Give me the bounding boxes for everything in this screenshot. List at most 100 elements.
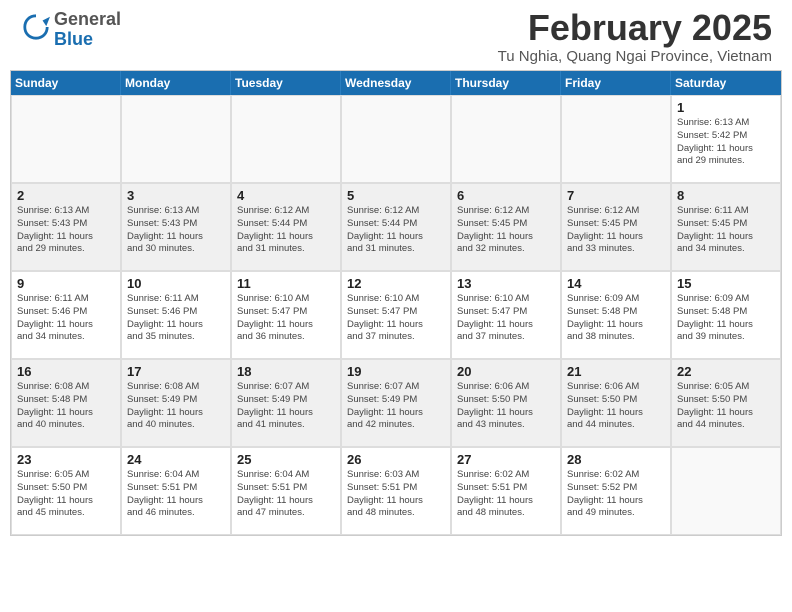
day-info: Sunrise: 6:06 AM Sunset: 5:50 PM Dayligh… <box>457 381 555 432</box>
header-cell-monday: Monday <box>121 71 231 95</box>
header-cell-wednesday: Wednesday <box>341 71 451 95</box>
day-number: 11 <box>237 276 335 291</box>
header-cell-sunday: Sunday <box>11 71 121 95</box>
day-number: 7 <box>567 188 665 203</box>
cal-cell: 25 Sunrise: 6:04 AM Sunset: 5:51 PM Dayli… <box>231 447 341 535</box>
day-info: Sunrise: 6:12 AM Sunset: 5:45 PM Dayligh… <box>457 205 555 256</box>
day-info: Sunrise: 6:07 AM Sunset: 5:49 PM Dayligh… <box>237 381 335 432</box>
cal-cell: 9 Sunrise: 6:11 AM Sunset: 5:46 PM Daylig… <box>11 271 121 359</box>
cal-cell: 27 Sunrise: 6:02 AM Sunset: 5:51 PM Dayli… <box>451 447 561 535</box>
day-info: Sunrise: 6:10 AM Sunset: 5:47 PM Dayligh… <box>237 293 335 344</box>
logo-blue-text: Blue <box>54 29 93 49</box>
day-number: 4 <box>237 188 335 203</box>
cal-cell: 16Sunrise: 6:08 AM Sunset: 5:48 PM Dayli… <box>11 359 121 447</box>
calendar-body: 1 Sunrise: 6:13 AM Sunset: 5:42 PM Daylig… <box>11 95 781 535</box>
day-info: Sunrise: 6:05 AM Sunset: 5:50 PM Dayligh… <box>677 381 775 432</box>
day-info: Sunrise: 6:11 AM Sunset: 5:45 PM Dayligh… <box>677 205 775 256</box>
day-number: 6 <box>457 188 555 203</box>
cal-cell: 5 Sunrise: 6:12 AM Sunset: 5:44 PM Daylig… <box>341 183 451 271</box>
header-cell-tuesday: Tuesday <box>231 71 341 95</box>
day-info: Sunrise: 6:13 AM Sunset: 5:42 PM Dayligh… <box>677 117 775 168</box>
cal-cell <box>451 95 561 183</box>
cal-cell: 13 Sunrise: 6:10 AM Sunset: 5:47 PM Dayli… <box>451 271 561 359</box>
cal-cell: 19Sunrise: 6:07 AM Sunset: 5:49 PM Dayli… <box>341 359 451 447</box>
logo-icon <box>22 13 50 41</box>
day-info: Sunrise: 6:06 AM Sunset: 5:50 PM Dayligh… <box>567 381 665 432</box>
day-number: 15 <box>677 276 775 291</box>
cal-cell: 26 Sunrise: 6:03 AM Sunset: 5:51 PM Dayli… <box>341 447 451 535</box>
cal-cell: 17 Sunrise: 6:08 AM Sunset: 5:49 PM Dayli… <box>121 359 231 447</box>
page-container: General Blue February 2025 Tu Nghia, Qua… <box>0 0 792 536</box>
cal-cell: 24Sunrise: 6:04 AM Sunset: 5:51 PM Dayli… <box>121 447 231 535</box>
day-info: Sunrise: 6:13 AM Sunset: 5:43 PM Dayligh… <box>17 205 115 256</box>
day-number: 13 <box>457 276 555 291</box>
cal-cell: 1 Sunrise: 6:13 AM Sunset: 5:42 PM Daylig… <box>671 95 781 183</box>
cal-cell <box>231 95 341 183</box>
day-info: Sunrise: 6:12 AM Sunset: 5:44 PM Dayligh… <box>237 205 335 256</box>
day-number: 2 <box>17 188 115 203</box>
cal-cell: 15 Sunrise: 6:09 AM Sunset: 5:48 PM Dayli… <box>671 271 781 359</box>
day-info: Sunrise: 6:11 AM Sunset: 5:46 PM Dayligh… <box>17 293 115 344</box>
day-number: 10 <box>127 276 225 291</box>
day-number: 5 <box>347 188 445 203</box>
day-number: 26 <box>347 452 445 467</box>
day-number: 25 <box>237 452 335 467</box>
day-info: Sunrise: 6:08 AM Sunset: 5:48 PM Dayligh… <box>17 381 115 432</box>
day-number: 22 <box>677 364 775 379</box>
cal-cell <box>561 95 671 183</box>
day-number: 9 <box>17 276 115 291</box>
day-number: 17 <box>127 364 225 379</box>
title-block: February 2025 Tu Nghia, Quang Ngai Provi… <box>498 10 772 65</box>
day-info: Sunrise: 6:12 AM Sunset: 5:45 PM Dayligh… <box>567 205 665 256</box>
day-number: 27 <box>457 452 555 467</box>
page-header: General Blue February 2025 Tu Nghia, Qua… <box>0 0 792 70</box>
logo: General Blue <box>20 10 121 50</box>
cal-cell <box>121 95 231 183</box>
cal-cell: 21Sunrise: 6:06 AM Sunset: 5:50 PM Dayli… <box>561 359 671 447</box>
day-info: Sunrise: 6:02 AM Sunset: 5:52 PM Dayligh… <box>567 469 665 520</box>
month-title: February 2025 <box>498 10 772 46</box>
cal-cell: 12 Sunrise: 6:10 AM Sunset: 5:47 PM Dayli… <box>341 271 451 359</box>
cal-cell <box>341 95 451 183</box>
day-number: 18 <box>237 364 335 379</box>
cal-cell: 28 Sunrise: 6:02 AM Sunset: 5:52 PM Dayli… <box>561 447 671 535</box>
day-info: Sunrise: 6:09 AM Sunset: 5:48 PM Dayligh… <box>567 293 665 344</box>
cal-cell: 3Sunrise: 6:13 AM Sunset: 5:43 PM Daylig… <box>121 183 231 271</box>
cal-cell: 18 Sunrise: 6:07 AM Sunset: 5:49 PM Dayli… <box>231 359 341 447</box>
day-info: Sunrise: 6:10 AM Sunset: 5:47 PM Dayligh… <box>347 293 445 344</box>
day-number: 1 <box>677 100 775 115</box>
cal-cell: 8 Sunrise: 6:11 AM Sunset: 5:45 PM Daylig… <box>671 183 781 271</box>
cal-cell: 20Sunrise: 6:06 AM Sunset: 5:50 PM Dayli… <box>451 359 561 447</box>
cal-cell: 22 Sunrise: 6:05 AM Sunset: 5:50 PM Dayli… <box>671 359 781 447</box>
calendar-header: SundayMondayTuesdayWednesdayThursdayFrid… <box>11 71 781 95</box>
cal-cell: 23 Sunrise: 6:05 AM Sunset: 5:50 PM Dayli… <box>11 447 121 535</box>
cal-cell: 10Sunrise: 6:11 AM Sunset: 5:46 PM Dayli… <box>121 271 231 359</box>
day-info: Sunrise: 6:04 AM Sunset: 5:51 PM Dayligh… <box>237 469 335 520</box>
day-number: 3 <box>127 188 225 203</box>
cal-cell: 6 Sunrise: 6:12 AM Sunset: 5:45 PM Daylig… <box>451 183 561 271</box>
day-number: 8 <box>677 188 775 203</box>
day-info: Sunrise: 6:10 AM Sunset: 5:47 PM Dayligh… <box>457 293 555 344</box>
day-number: 28 <box>567 452 665 467</box>
day-info: Sunrise: 6:05 AM Sunset: 5:50 PM Dayligh… <box>17 469 115 520</box>
header-cell-friday: Friday <box>561 71 671 95</box>
logo-general-text: General <box>54 9 121 29</box>
cal-cell: 11 Sunrise: 6:10 AM Sunset: 5:47 PM Dayli… <box>231 271 341 359</box>
day-info: Sunrise: 6:09 AM Sunset: 5:48 PM Dayligh… <box>677 293 775 344</box>
day-number: 14 <box>567 276 665 291</box>
cal-cell: 4 Sunrise: 6:12 AM Sunset: 5:44 PM Daylig… <box>231 183 341 271</box>
header-cell-saturday: Saturday <box>671 71 781 95</box>
day-info: Sunrise: 6:08 AM Sunset: 5:49 PM Dayligh… <box>127 381 225 432</box>
cal-cell <box>671 447 781 535</box>
cal-cell <box>11 95 121 183</box>
day-number: 12 <box>347 276 445 291</box>
calendar: SundayMondayTuesdayWednesdayThursdayFrid… <box>10 70 782 536</box>
day-info: Sunrise: 6:02 AM Sunset: 5:51 PM Dayligh… <box>457 469 555 520</box>
day-number: 23 <box>17 452 115 467</box>
cal-cell: 2 Sunrise: 6:13 AM Sunset: 5:43 PM Daylig… <box>11 183 121 271</box>
day-info: Sunrise: 6:12 AM Sunset: 5:44 PM Dayligh… <box>347 205 445 256</box>
day-info: Sunrise: 6:07 AM Sunset: 5:49 PM Dayligh… <box>347 381 445 432</box>
day-info: Sunrise: 6:04 AM Sunset: 5:51 PM Dayligh… <box>127 469 225 520</box>
day-info: Sunrise: 6:03 AM Sunset: 5:51 PM Dayligh… <box>347 469 445 520</box>
location-text: Tu Nghia, Quang Ngai Province, Vietnam <box>498 48 772 65</box>
